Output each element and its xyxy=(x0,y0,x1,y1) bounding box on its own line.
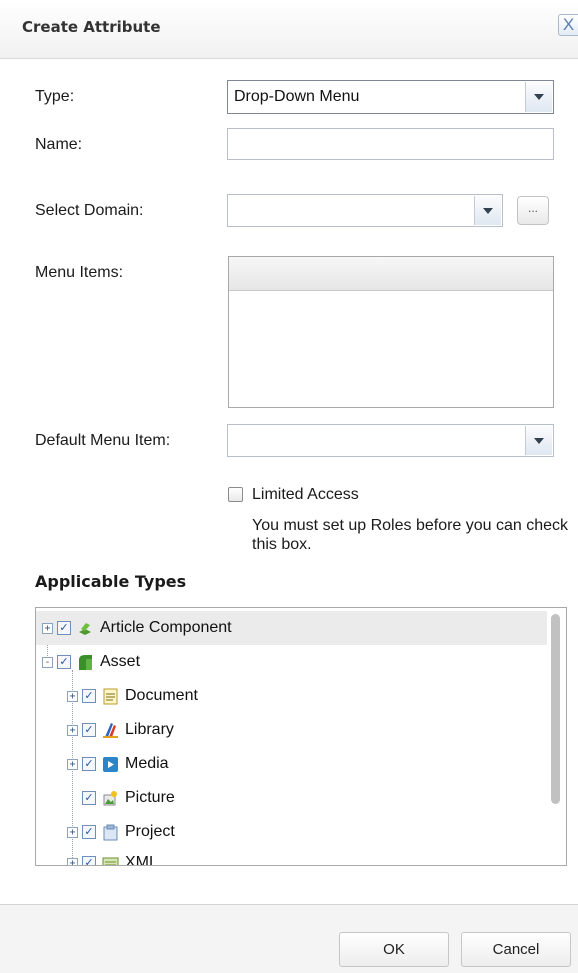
tree-item-label: Document xyxy=(125,687,198,704)
picture-icon xyxy=(103,790,117,805)
asset-icon xyxy=(79,654,92,670)
applicable-types-heading: Applicable Types xyxy=(35,572,187,591)
limited-access-checkbox[interactable] xyxy=(228,487,243,502)
tree-item-label: Media xyxy=(125,755,169,772)
tree-item-media[interactable]: + ✓ Media xyxy=(67,747,169,781)
dialog-title-bar: Create Attribute X xyxy=(0,0,578,59)
expand-icon[interactable]: + xyxy=(67,690,78,702)
expand-icon[interactable]: + xyxy=(42,622,53,634)
tree-item-asset[interactable]: - ✓ Asset xyxy=(42,645,140,679)
document-icon xyxy=(103,688,118,704)
tree-item-picture[interactable]: ✓ Picture xyxy=(67,781,175,815)
limited-access-label: Limited Access xyxy=(252,486,359,503)
chevron-down-icon xyxy=(483,207,493,214)
tree-item-label: Library xyxy=(125,721,174,738)
expand-icon[interactable]: + xyxy=(67,857,78,865)
tree-item-label: XML xyxy=(125,854,158,866)
limited-access-help-text: You must set up Roles before you can che… xyxy=(252,517,569,553)
collapse-icon[interactable]: - xyxy=(42,656,53,668)
type-select[interactable]: Drop-Down Menu xyxy=(227,80,554,114)
type-select-value: Drop-Down Menu xyxy=(234,88,360,105)
expand-icon[interactable]: + xyxy=(67,826,78,838)
tree-item-checkbox[interactable]: ✓ xyxy=(57,621,71,635)
menu-items-label: Menu Items: xyxy=(35,264,124,281)
tree-scrollbar[interactable] xyxy=(551,614,560,804)
tree-item-checkbox[interactable]: ✓ xyxy=(82,856,96,865)
project-icon xyxy=(103,824,118,840)
menu-items-list-header xyxy=(229,257,553,291)
domain-select-dropdown-button[interactable] xyxy=(474,196,501,225)
tree-item-checkbox[interactable]: ✓ xyxy=(82,723,96,737)
default-item-select[interactable] xyxy=(227,424,554,457)
dialog-title: Create Attribute xyxy=(22,18,161,36)
chevron-down-icon xyxy=(534,437,544,444)
domain-select[interactable] xyxy=(227,194,503,227)
expand-icon[interactable]: + xyxy=(67,724,78,736)
tree-item-checkbox[interactable]: ✓ xyxy=(57,655,71,669)
ok-button[interactable]: OK xyxy=(339,932,449,967)
tree-item-library[interactable]: + ✓ Library xyxy=(67,713,174,747)
tree-item-project[interactable]: + ✓ Project xyxy=(67,815,175,849)
article-component-icon xyxy=(79,622,91,635)
applicable-types-tree[interactable]: + ✓ Article Component - ✓ Asset + ✓ Docu… xyxy=(35,607,567,866)
tree-item-label: Project xyxy=(125,823,175,840)
tree-item-checkbox[interactable]: ✓ xyxy=(82,825,96,839)
chevron-down-icon xyxy=(534,94,544,100)
tree-item-label: Asset xyxy=(100,653,141,670)
library-icon xyxy=(103,722,118,738)
type-select-dropdown-button[interactable] xyxy=(525,82,552,112)
close-icon: X xyxy=(562,15,575,34)
tree-item-document[interactable]: + ✓ Document xyxy=(67,679,198,713)
menu-items-list[interactable] xyxy=(228,256,554,408)
name-field[interactable] xyxy=(227,128,554,160)
type-label: Type: xyxy=(35,88,75,105)
name-label: Name: xyxy=(35,136,83,153)
tree-item-xml[interactable]: + ✓ XML xyxy=(67,846,158,866)
expand-icon[interactable]: + xyxy=(67,758,78,770)
tree-item-label: Picture xyxy=(125,789,175,806)
xml-icon xyxy=(102,857,119,865)
domain-label: Select Domain: xyxy=(35,202,144,219)
tree-item-article-component[interactable]: + ✓ Article Component xyxy=(36,611,547,645)
media-icon xyxy=(103,756,118,772)
tree-item-checkbox[interactable]: ✓ xyxy=(82,689,96,703)
tree-item-checkbox[interactable]: ✓ xyxy=(82,791,96,805)
default-item-dropdown-button[interactable] xyxy=(525,426,552,455)
cancel-button[interactable]: Cancel xyxy=(461,932,571,967)
browse-domain-button[interactable]: ... xyxy=(517,196,549,225)
tree-item-checkbox[interactable]: ✓ xyxy=(82,757,96,771)
default-item-label: Default Menu Item: xyxy=(35,432,171,449)
tree-item-label: Article Component xyxy=(100,619,232,636)
close-button[interactable]: X xyxy=(558,14,578,36)
